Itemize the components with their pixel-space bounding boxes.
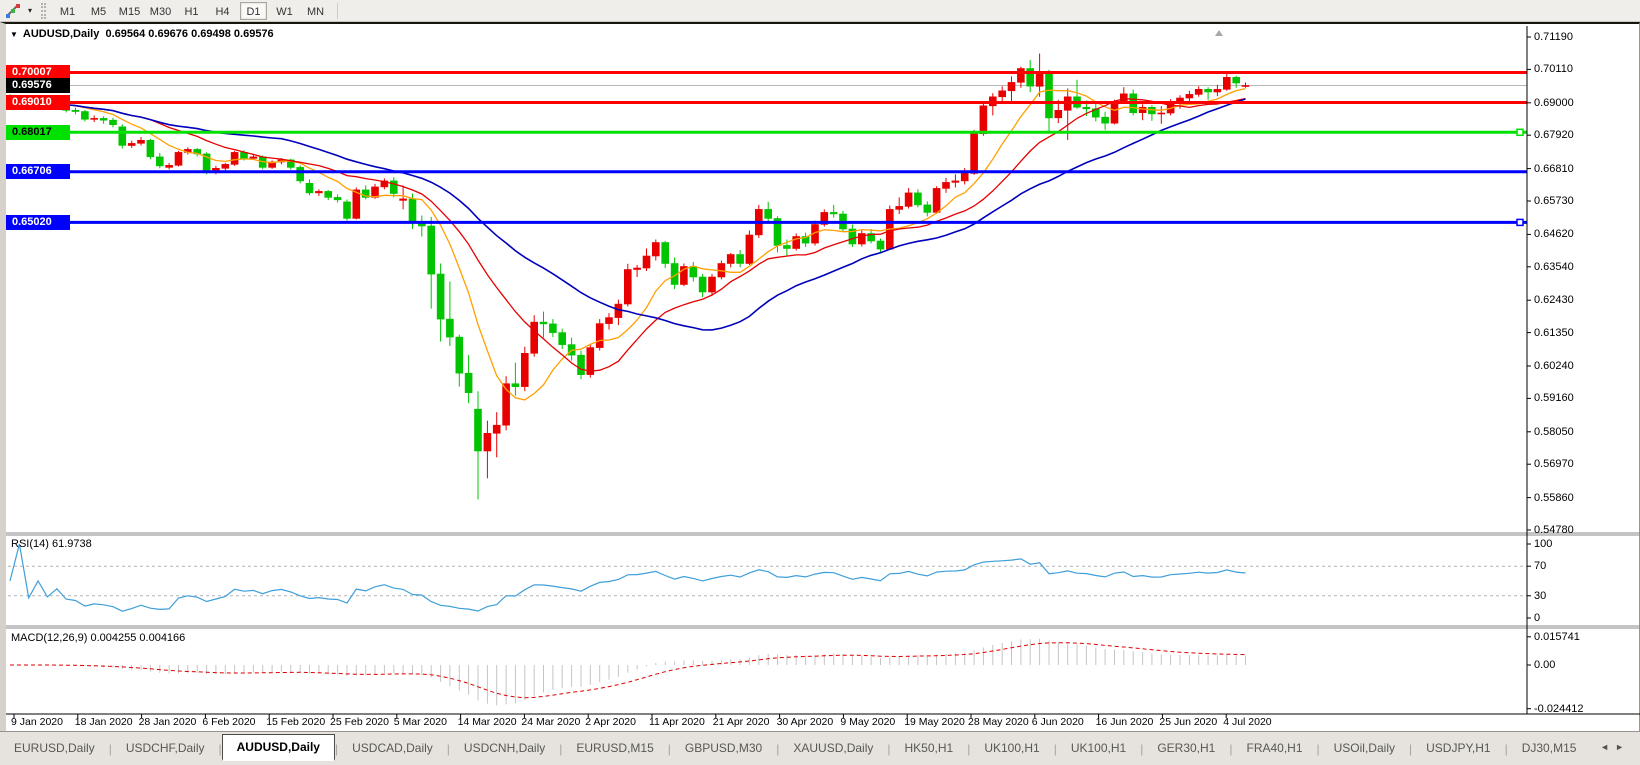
price-axis-tick[interactable]: 0.63540 [1534,261,1574,273]
timeframe-button-m1[interactable]: M1 [54,2,81,20]
chart-shift-marker-icon[interactable] [1215,30,1223,36]
date-axis-label[interactable]: 15 Feb 2020 [266,716,325,728]
date-axis-label[interactable]: 6 Feb 2020 [202,716,255,728]
chart-tab-usoil-daily[interactable]: USOil,Daily [1320,737,1409,760]
date-axis-label[interactable]: 25 Feb 2020 [330,716,389,728]
price-chart-canvas[interactable] [6,24,1640,733]
chart-tab-xauusd-daily[interactable]: XAUUSD,Daily [779,737,887,760]
macd-label: MACD(12,26,9) 0.004255 0.004166 [11,632,185,644]
date-axis-label[interactable]: 19 May 2020 [904,716,965,728]
chart-tab-usdcad-daily[interactable]: USDCAD,Daily [338,737,447,760]
support-line-blue-2-price-badge[interactable]: 0.65020 [6,215,70,230]
price-axis-tick[interactable]: 0.67920 [1534,129,1574,141]
date-axis-label[interactable]: 28 Jan 2020 [139,716,197,728]
chart-tools-icon[interactable] [3,2,23,20]
timeframe-button-mn[interactable]: MN [302,2,329,20]
price-axis-tick[interactable]: 0.59160 [1534,392,1574,404]
price-axis-tick[interactable]: 0.69000 [1534,97,1574,109]
timeframe-button-h1[interactable]: H1 [178,2,205,20]
date-axis-label[interactable]: 14 Mar 2020 [458,716,517,728]
date-axis-label[interactable]: 4 Jul 2020 [1223,716,1271,728]
chart-title: ▼ AUDUSD,Daily 0.69564 0.69676 0.69498 0.… [10,28,274,40]
chart-tab-hk50-h1[interactable]: HK50,H1 [891,737,968,760]
chart-tab-usdcnh-daily[interactable]: USDCNH,Daily [450,737,559,760]
price-axis-tick[interactable]: 0.61350 [1534,327,1574,339]
timeframe-button-m15[interactable]: M15 [116,2,143,20]
rsi-axis-tick[interactable]: 30 [1534,590,1546,602]
price-axis-tick[interactable]: 0.60240 [1534,360,1574,372]
macd-axis-tick[interactable]: -0.024412 [1534,703,1584,715]
toolbar-separator [337,3,338,19]
rsi-label: RSI(14) 61.9738 [11,538,92,550]
timeframe-button-d1[interactable]: D1 [240,2,267,20]
chart-tab-bar: EURUSD,Daily|USDCHF,Daily|AUDUSD,Daily|U… [0,731,1640,765]
date-axis-label[interactable]: 18 Jan 2020 [75,716,133,728]
support-line-blue-1-price-badge[interactable]: 0.66706 [6,164,70,179]
macd-axis-tick[interactable]: 0.015741 [1534,631,1580,643]
chart-tab-usdchf-daily[interactable]: USDCHF,Daily [112,737,219,760]
chart-ohlc-values: 0.69564 0.69676 0.69498 0.69576 [105,28,273,40]
chart-tab-fra40-h1[interactable]: FRA40,H1 [1232,737,1316,760]
chart-window[interactable]: ▼ AUDUSD,Daily 0.69564 0.69676 0.69498 0.… [0,22,1640,731]
chart-tab-audusd-daily[interactable]: AUDUSD,Daily [222,734,335,761]
tabs-scroll-left-icon[interactable]: ◄ [1600,742,1615,752]
chart-tab-dj30-m15[interactable]: DJ30,M15 [1508,737,1591,760]
tabs-scroll-right-icon[interactable]: ► [1615,742,1630,752]
support-line-green-handle[interactable] [1517,129,1523,135]
date-axis-label[interactable]: 6 Jun 2020 [1032,716,1084,728]
date-axis-label[interactable]: 28 May 2020 [968,716,1029,728]
chart-tab-ger30-h1[interactable]: GER30,H1 [1143,737,1229,760]
title-collapse-icon[interactable]: ▼ [10,30,18,39]
price-axis-tick[interactable]: 0.54780 [1534,524,1574,536]
timeframe-button-h4[interactable]: H4 [209,2,236,20]
price-axis-tick[interactable]: 0.58050 [1534,426,1574,438]
date-axis-label[interactable]: 16 Jun 2020 [1096,716,1154,728]
chart-tab-gbpusd-m30[interactable]: GBPUSD,M30 [671,737,776,760]
date-axis-label[interactable]: 5 Mar 2020 [394,716,447,728]
chart-tab-uk100-h1[interactable]: UK100,H1 [1057,737,1140,760]
date-axis-label[interactable]: 9 Jan 2020 [11,716,63,728]
rsi-axis-tick[interactable]: 100 [1534,538,1552,550]
candles[interactable] [7,54,1250,500]
resistance-line-2-price-badge[interactable]: 0.69010 [6,95,70,110]
toolbar-grip[interactable] [41,3,46,19]
price-axis-tick[interactable]: 0.62430 [1534,294,1574,306]
date-axis-label[interactable]: 24 Mar 2020 [521,716,580,728]
support-line-blue-2-handle[interactable] [1517,219,1523,225]
price-axis-tick[interactable]: 0.55860 [1534,492,1574,504]
rsi-axis-tick[interactable]: 70 [1534,560,1546,572]
date-axis-label[interactable]: 30 Apr 2020 [777,716,834,728]
support-line-green-price-badge[interactable]: 0.68017 [6,125,70,140]
chart-tab-eurusd-daily[interactable]: EURUSD,Daily [0,737,109,760]
price-axis-tick[interactable]: 0.56970 [1534,458,1574,470]
chart-tab-eurusd-m15[interactable]: EURUSD,M15 [562,737,667,760]
chart-tab-usdjpy-h1[interactable]: USDJPY,H1 [1412,737,1504,760]
date-axis-label[interactable]: 9 May 2020 [840,716,895,728]
price-axis-tick[interactable]: 0.70110 [1534,63,1573,75]
timeframe-button-m30[interactable]: M30 [147,2,174,20]
chart-tab-uk100-h1[interactable]: UK100,H1 [970,737,1053,760]
current-price-badge: 0.69576 [6,78,70,93]
timeframe-button-m5[interactable]: M5 [85,2,112,20]
macd-axis-tick[interactable]: 0.00 [1534,659,1555,671]
timeframe-button-w1[interactable]: W1 [271,2,298,20]
rsi-axis-tick[interactable]: 0 [1534,612,1540,624]
chart-symbol-label: AUDUSD,Daily [23,28,99,40]
price-axis-tick[interactable]: 0.65730 [1534,195,1574,207]
date-axis-label[interactable]: 11 Apr 2020 [649,716,705,728]
price-axis-tick[interactable]: 0.71190 [1534,31,1573,43]
price-axis-tick[interactable]: 0.66810 [1534,163,1574,175]
chart-tools-dropdown-icon[interactable]: ▾ [23,6,37,15]
date-axis-label[interactable]: 25 Jun 2020 [1159,716,1217,728]
rsi-line [10,544,1246,611]
date-axis-label[interactable]: 21 Apr 2020 [713,716,770,728]
price-axis-tick[interactable]: 0.64620 [1534,228,1574,240]
timeframe-buttons: M1M5M15M30H1H4D1W1MN [52,2,331,20]
toolbar: ▾ M1M5M15M30H1H4D1W1MN [0,0,1640,22]
date-axis-label[interactable]: 2 Apr 2020 [585,716,636,728]
